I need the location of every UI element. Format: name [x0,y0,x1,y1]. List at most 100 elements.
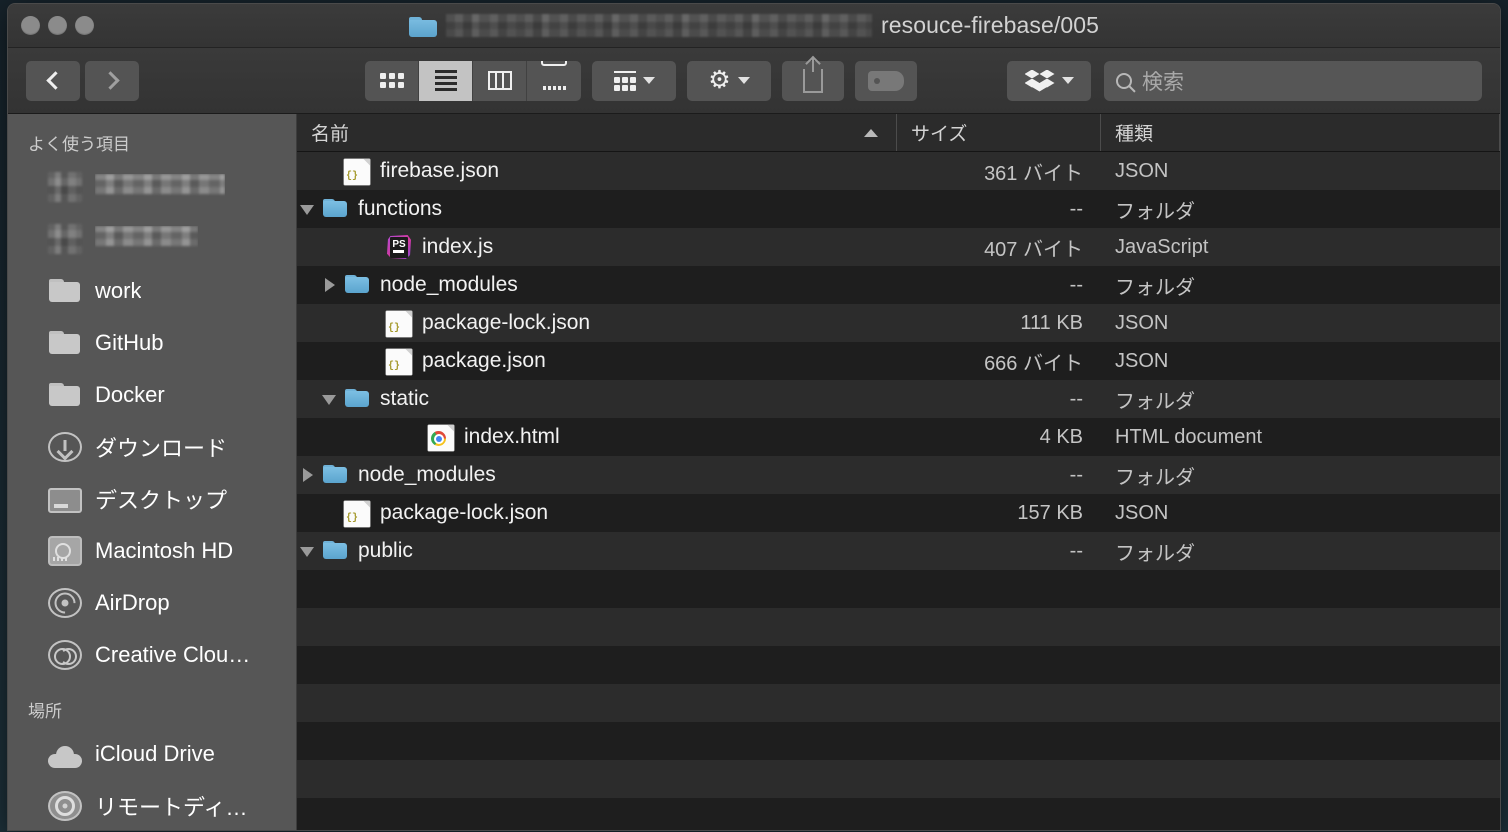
empty-row[interactable] [297,760,1500,798]
sidebar-item-label: AirDrop [95,590,170,615]
back-button[interactable] [26,60,80,101]
table-row[interactable]: package-lock.json 157 KB JSON [297,494,1500,532]
sort-ascending-icon [864,128,878,137]
table-row[interactable]: package-lock.json 111 KB JSON [297,304,1500,342]
icon-view-button[interactable] [365,60,419,101]
empty-row[interactable] [297,722,1500,760]
folder-icon [322,537,348,565]
empty-row[interactable] [297,646,1500,684]
search-icon [1116,72,1132,89]
close-button[interactable] [21,16,40,35]
folder-icon [48,328,82,358]
sidebar-item-remote-disc[interactable]: リモートディ… [8,780,296,830]
sidebar-item-github[interactable]: GitHub [8,317,296,369]
sidebar-item-work[interactable]: work [8,265,296,317]
share-button[interactable] [782,60,844,101]
json-file-icon [344,500,370,527]
column-view-button[interactable] [473,60,527,101]
action-menu-button[interactable]: ⚙ [687,60,771,101]
table-row[interactable]: functions -- フォルダ [297,190,1500,228]
table-row[interactable]: static -- フォルダ [297,380,1500,418]
file-kind: フォルダ [1115,390,1195,413]
sidebar-item-redacted-2[interactable] [8,213,296,265]
empty-row[interactable] [297,608,1500,646]
sidebar-item-label: リモートディ… [95,795,248,820]
gallery-view-button[interactable] [527,60,581,101]
file-name-cell: functions [297,195,897,223]
table-row[interactable]: index.html 4 KB HTML document [297,418,1500,456]
empty-row[interactable] [297,798,1500,830]
disclosure-triangle-open[interactable] [297,198,319,220]
disclosure-triangle-open[interactable] [319,388,341,410]
tag-icon [868,70,904,91]
forward-button[interactable] [85,60,139,101]
search-input[interactable]: 検索 [1142,66,1184,96]
finder-toolbar: ⚙ 検索 [8,48,1500,114]
window-titlebar[interactable]: resouce-firebase/005 [8,4,1500,48]
file-size: -- [1069,197,1083,220]
table-row[interactable]: node_modules -- フォルダ [297,266,1500,304]
traffic-light-group [21,16,94,35]
list-view-button[interactable] [419,60,473,101]
disclosure-triangle-closed[interactable] [319,274,341,296]
table-row[interactable]: package.json 666 バイト JSON [297,342,1500,380]
finder-window: resouce-firebase/005 ⚙ 検索 よく使う項目 work Gi… [8,4,1500,830]
file-name: static [380,387,430,410]
zoom-button[interactable] [75,16,94,35]
sidebar-item-desktop[interactable]: デスクトップ [8,473,296,525]
disclosure-triangle-open[interactable] [297,540,319,562]
sidebar-item-label: Macintosh HD [95,538,234,563]
folder-icon [344,271,370,299]
sidebar-section-header-locations: 場所 [28,702,62,721]
file-name: index.html [464,425,560,448]
dropbox-button[interactable] [1007,60,1091,101]
folder-icon [322,461,348,489]
sidebar-item-label: Docker [95,382,165,407]
folder-icon [344,385,370,413]
vertical-scrollbar[interactable] [1495,114,1500,830]
minimize-button[interactable] [48,16,67,35]
chevron-down-icon [642,77,655,84]
file-size: 666 バイト [984,352,1083,375]
tags-button[interactable] [855,60,917,101]
sidebar-item-label: work [95,278,142,303]
sidebar-item-redacted-1[interactable] [8,161,296,213]
column-header-kind[interactable]: 種類 [1101,114,1500,151]
chevron-down-icon [737,77,750,84]
table-row[interactable]: index.js 407 バイト JavaScript [297,228,1500,266]
column-header-size-label: サイズ [911,124,968,145]
chevron-down-icon [1061,77,1074,84]
redacted-icon [48,224,82,254]
folder-icon [48,276,82,306]
desktop-icon [48,488,82,513]
gear-icon: ⚙ [708,66,731,94]
sidebar-item-docker[interactable]: Docker [8,369,296,421]
table-row[interactable]: node_modules -- フォルダ [297,456,1500,494]
file-name: package-lock.json [380,501,549,524]
file-size: 157 KB [1017,501,1083,524]
file-list: 名前 サイズ 種類 {} firebase.json 361 バイト JSON … [297,114,1500,830]
sidebar-item-creative-cloud[interactable]: Creative Clou… [8,629,296,681]
sidebar-item-icloud-drive[interactable]: iCloud Drive [8,728,296,780]
arrange-button[interactable] [592,60,676,101]
file-size: 4 KB [1039,425,1083,448]
search-field[interactable]: 検索 [1104,60,1482,101]
table-row[interactable]: public -- フォルダ [297,532,1500,570]
json-file-icon [344,158,370,185]
disclosure-placeholder [403,426,425,448]
file-size: -- [1069,387,1083,410]
empty-row[interactable] [297,570,1500,608]
json-file-icon [386,348,412,375]
column-header-size[interactable]: サイズ [897,114,1101,151]
table-row[interactable]: firebase.json 361 バイト JSON [297,152,1500,190]
sidebar-item-macintosh-hd[interactable]: Macintosh HD [8,525,296,577]
sidebar-item-downloads[interactable]: ダウンロード [8,421,296,473]
column-header-name[interactable]: 名前 [297,114,897,151]
chevron-right-icon [100,71,120,90]
chrome-file-icon [428,424,454,451]
empty-row[interactable] [297,684,1500,722]
file-kind: HTML document [1115,425,1263,448]
sidebar-item-airdrop[interactable]: AirDrop [8,577,296,629]
row-indent [297,158,380,185]
disclosure-triangle-closed[interactable] [297,464,319,486]
